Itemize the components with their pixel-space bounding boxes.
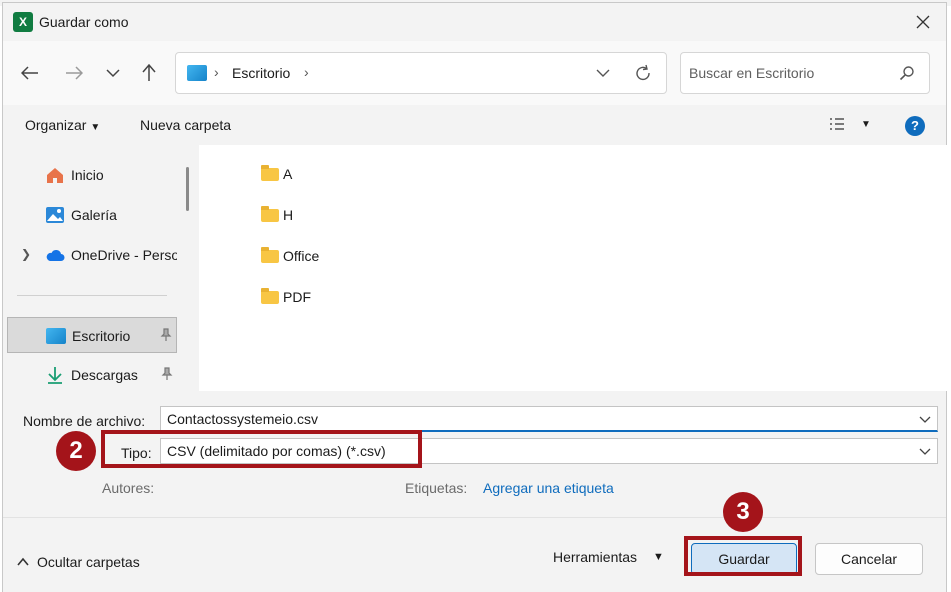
annotation-step-2: 2: [56, 431, 96, 471]
folder-icon: [261, 287, 279, 304]
pin-icon[interactable]: [160, 328, 172, 342]
sidebar-item-label: OneDrive - Personal: [71, 247, 177, 263]
filename-label: Nombre de archivo:: [23, 413, 146, 429]
arrow-right-icon: [66, 66, 83, 80]
sidebar-item-escritorio[interactable]: Escritorio: [7, 317, 177, 353]
sidebar-item-onedrive[interactable]: ❯ OneDrive - Personal: [7, 237, 177, 273]
cancel-button[interactable]: Cancelar: [815, 543, 923, 575]
pin-icon[interactable]: [161, 367, 173, 381]
tools-label: Herramientas: [553, 549, 638, 565]
desktop-icon: [46, 328, 66, 344]
excel-app-icon: X: [13, 12, 33, 32]
navigation-bar: › Escritorio ›: [3, 41, 946, 105]
authors-label: Autores:: [102, 480, 155, 496]
sidebar-item-descargas[interactable]: Descargas: [7, 357, 177, 393]
sidebar-divider: [17, 295, 167, 296]
caret-down-icon: ▼: [90, 122, 101, 133]
type-label: Tipo:: [121, 445, 152, 461]
folder-name: Office: [283, 248, 320, 264]
file-type-select[interactable]: CSV (delimitado por comas) (*.csv): [160, 438, 938, 464]
save-as-dialog: X Guardar como › Escritorio › Buscar en …: [2, 2, 948, 592]
filename-field[interactable]: Contactossystemeio.csv: [160, 406, 938, 432]
breadcrumb-separator-icon[interactable]: ›: [304, 64, 309, 80]
close-button[interactable]: [900, 3, 946, 41]
dialog-title: Guardar como: [39, 14, 129, 30]
address-bar[interactable]: › Escritorio ›: [175, 52, 667, 94]
help-button[interactable]: ?: [905, 116, 925, 136]
forward-button[interactable]: [59, 59, 89, 87]
file-type-value: CSV (delimitado por comas) (*.csv): [167, 443, 386, 459]
breadcrumb-escritorio[interactable]: Escritorio: [232, 65, 290, 81]
hide-folders-label: Ocultar carpetas: [37, 554, 140, 570]
onedrive-cloud-icon: [46, 249, 65, 261]
annotation-step-3: 3: [723, 492, 763, 532]
refresh-icon: [636, 64, 650, 81]
gallery-icon: [46, 207, 64, 223]
details-view-icon: [830, 118, 844, 130]
folder-icon: [261, 246, 279, 263]
save-form: Nombre de archivo: Contactossystemeio.cs…: [3, 391, 946, 517]
folder-item-pdf[interactable]: PDF: [261, 285, 311, 309]
chevron-up-icon: [17, 557, 29, 566]
add-tag-link[interactable]: Agregar una etiqueta: [483, 480, 614, 496]
download-icon: [48, 367, 62, 384]
chevron-down-icon[interactable]: [919, 411, 931, 427]
sidebar-item-galeria[interactable]: Galería: [7, 197, 177, 233]
organize-button[interactable]: Organizar ▼: [25, 117, 100, 133]
folder-icon: [261, 205, 279, 222]
arrow-left-icon: [21, 66, 38, 80]
tools-button[interactable]: Herramientas ▼: [553, 549, 664, 565]
filename-value: Contactossystemeio.csv: [167, 411, 318, 427]
search-icon: [899, 66, 914, 81]
chevron-down-icon[interactable]: [919, 443, 931, 459]
up-button[interactable]: [134, 59, 164, 87]
folder-item-a[interactable]: A: [261, 162, 292, 186]
refresh-button[interactable]: [634, 61, 652, 88]
hide-folders-button[interactable]: Ocultar carpetas: [17, 554, 140, 570]
dialog-footer: Ocultar carpetas Herramientas ▼ Guardar …: [3, 517, 946, 592]
folder-item-h[interactable]: H: [261, 203, 293, 227]
chevron-down-icon: [596, 69, 610, 77]
folder-name: PDF: [283, 289, 311, 305]
close-icon: [916, 15, 930, 29]
file-list-pane: A H Office PDF: [199, 145, 948, 391]
folder-icon: [261, 164, 279, 181]
search-input[interactable]: [689, 63, 889, 83]
view-options-button[interactable]: ▼: [829, 117, 871, 131]
breadcrumb-separator-icon: ›: [214, 64, 219, 80]
caret-down-icon: ▼: [861, 118, 871, 130]
navigation-pane: Inicio Galería ❯ OneDrive - Personal Esc…: [3, 145, 199, 391]
home-icon: [47, 168, 63, 183]
address-dropdown-button[interactable]: [596, 61, 610, 88]
tags-label: Etiquetas:: [405, 480, 468, 496]
title-bar: X Guardar como: [3, 3, 946, 41]
chevron-down-icon: [106, 69, 120, 78]
arrow-up-icon: [142, 64, 156, 81]
folder-name: A: [283, 166, 293, 182]
folder-name: H: [283, 207, 294, 223]
back-button[interactable]: [15, 59, 45, 87]
folder-item-office[interactable]: Office: [261, 244, 319, 268]
new-folder-button[interactable]: Nueva carpeta: [140, 117, 231, 133]
sidebar-scrollbar[interactable]: [186, 167, 189, 211]
command-toolbar: Organizar ▼ Nueva carpeta ▼ ?: [3, 105, 946, 145]
recent-locations-button[interactable]: [98, 59, 128, 87]
caret-down-icon: ▼: [653, 551, 664, 563]
search-box[interactable]: [680, 52, 930, 94]
expand-chevron-icon[interactable]: ❯: [21, 247, 31, 261]
sidebar-item-label: Inicio: [71, 167, 104, 183]
organize-label: Organizar: [25, 117, 87, 133]
sidebar-item-inicio[interactable]: Inicio: [7, 157, 177, 193]
sidebar-item-label: Galería: [71, 207, 117, 223]
save-button[interactable]: Guardar: [691, 543, 797, 575]
desktop-icon: [187, 65, 207, 81]
